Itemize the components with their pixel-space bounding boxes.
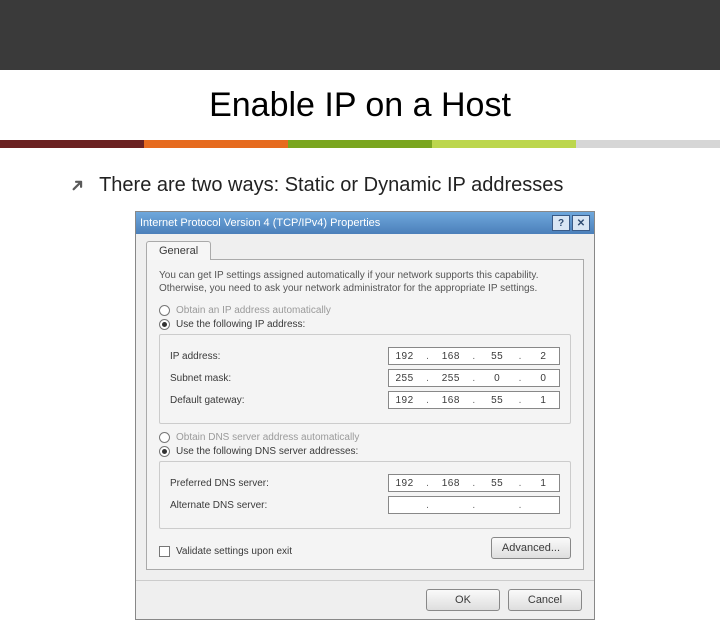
radio-auto-dns[interactable]: Obtain DNS server address automatically (159, 432, 571, 443)
default-gateway-label: Default gateway: (170, 395, 245, 406)
bullet-text: There are two ways: Static or Dynamic IP… (99, 174, 563, 197)
ipv4-properties-dialog: Internet Protocol Version 4 (TCP/IPv4) P… (135, 211, 595, 620)
ok-button[interactable]: OK (426, 589, 500, 611)
radio-static-ip[interactable]: Use the following IP address: (159, 319, 571, 330)
cancel-button[interactable]: Cancel (508, 589, 582, 611)
ip-address-label: IP address: (170, 351, 220, 362)
alternate-dns-field[interactable]: . . . (388, 496, 560, 514)
radio-icon (159, 305, 170, 316)
ip-group: IP address: 192. 168. 55. 2 Subnet mask:… (159, 334, 571, 424)
dialog-titlebar: Internet Protocol Version 4 (TCP/IPv4) P… (136, 212, 594, 234)
preferred-dns-field[interactable]: 192. 168. 55. 1 (388, 474, 560, 492)
dialog-title: Internet Protocol Version 4 (TCP/IPv4) P… (140, 217, 380, 229)
validate-checkbox[interactable]: Validate settings upon exit (159, 546, 292, 557)
ip-address-field[interactable]: 192. 168. 55. 2 (388, 347, 560, 365)
preferred-dns-label: Preferred DNS server: (170, 478, 269, 489)
checkbox-icon (159, 546, 170, 557)
arrow-icon: ➜ (65, 173, 91, 199)
advanced-button[interactable]: Advanced... (491, 537, 571, 559)
dialog-description: You can get IP settings assigned automat… (159, 270, 571, 295)
subnet-mask-label: Subnet mask: (170, 373, 231, 384)
accent-stripe (0, 140, 720, 148)
slide-content: ➜ There are two ways: Static or Dynamic … (0, 148, 720, 620)
tab-general[interactable]: General (146, 241, 211, 260)
default-gateway-field[interactable]: 192. 168. 55. 1 (388, 391, 560, 409)
slide-top-band (0, 0, 720, 70)
radio-static-dns[interactable]: Use the following DNS server addresses: (159, 446, 571, 457)
page-title: Enable IP on a Host (209, 86, 511, 125)
alternate-dns-label: Alternate DNS server: (170, 500, 267, 511)
radio-auto-ip[interactable]: Obtain an IP address automatically (159, 305, 571, 316)
radio-icon (159, 446, 170, 457)
close-icon[interactable]: ✕ (572, 215, 590, 231)
radio-icon (159, 319, 170, 330)
help-icon[interactable]: ? (552, 215, 570, 231)
radio-icon (159, 432, 170, 443)
subnet-mask-field[interactable]: 255. 255. 0. 0 (388, 369, 560, 387)
slide-title-band: Enable IP on a Host (0, 70, 720, 140)
bullet-item: ➜ There are two ways: Static or Dynamic … (70, 174, 660, 197)
dns-group: Preferred DNS server: 192. 168. 55. 1 Al… (159, 461, 571, 529)
